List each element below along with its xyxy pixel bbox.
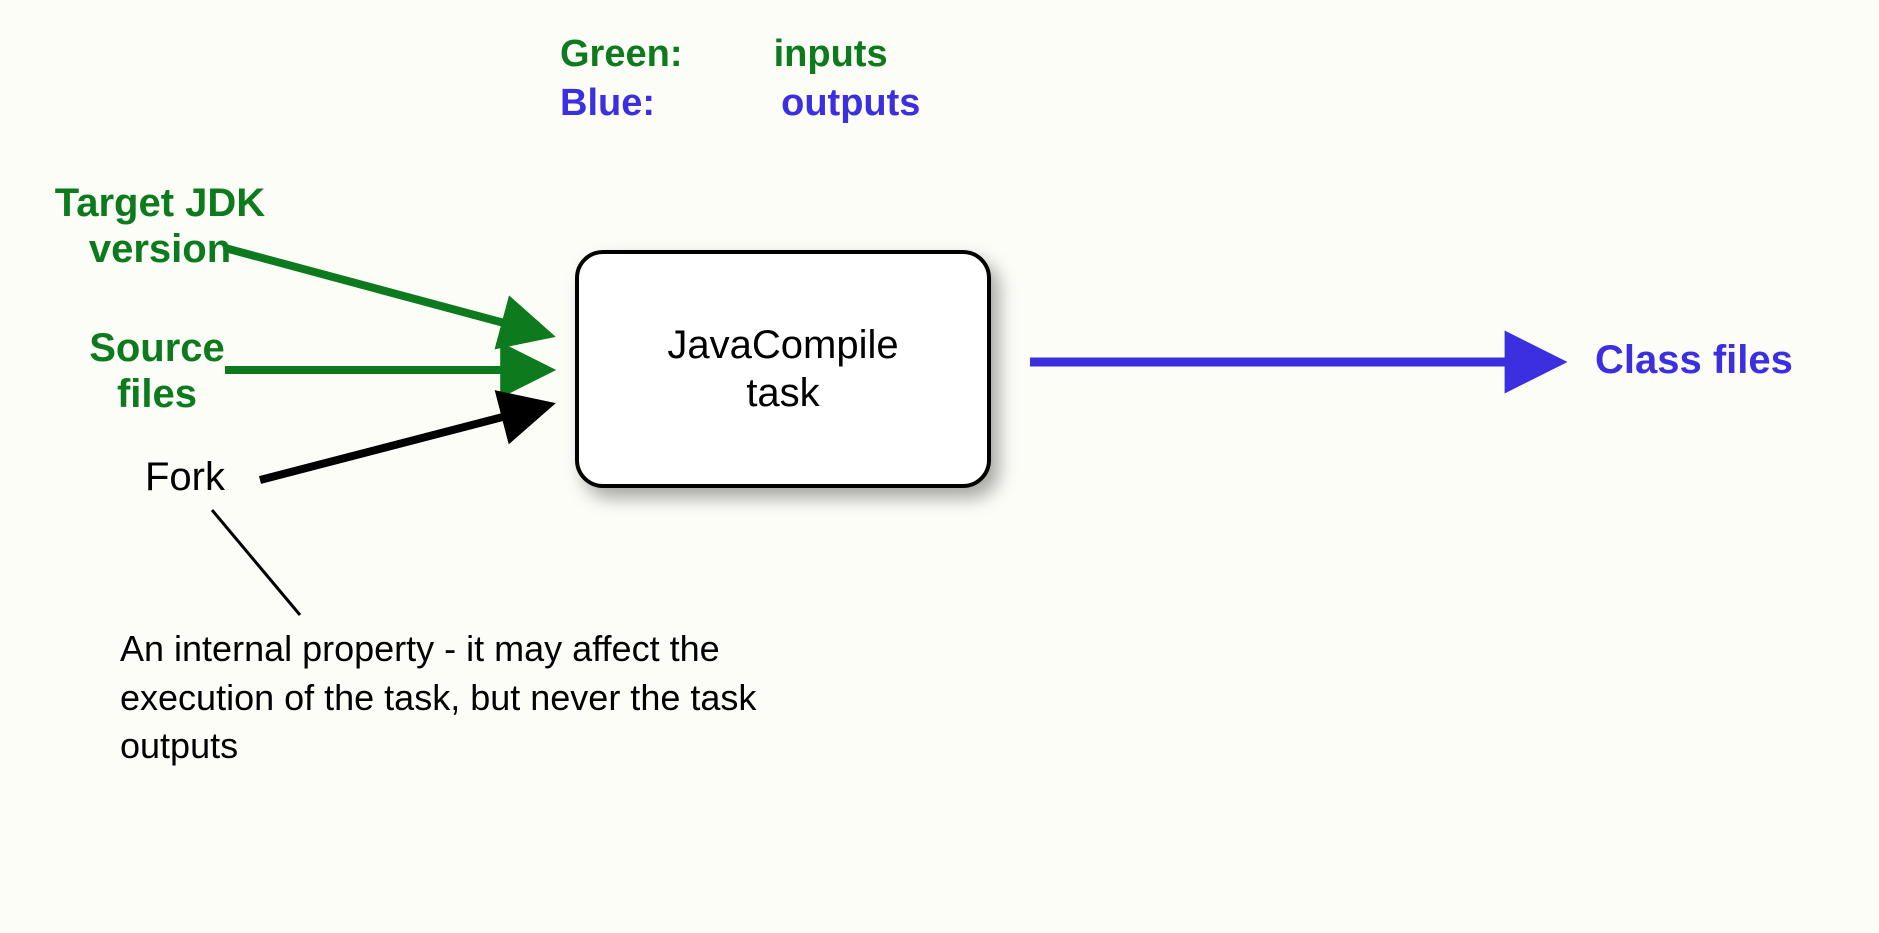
- legend-green-label: Green:: [560, 33, 682, 75]
- input-fork: Fork: [145, 455, 225, 500]
- legend-blue-label: Blue:: [560, 82, 655, 124]
- fork-note: An internal property - it may affect the…: [120, 625, 840, 771]
- legend-blue-value: outputs: [781, 82, 920, 124]
- arrow-fork: [260, 406, 545, 480]
- legend-row-green: Green: inputs: [560, 30, 920, 79]
- output-class-files: Class files: [1595, 338, 1793, 383]
- legend-block: Green: inputs Blue: outputs: [560, 30, 920, 129]
- task-box-label: JavaCompiletask: [667, 321, 898, 417]
- connector-fork-note: [212, 510, 300, 615]
- legend-row-blue: Blue: outputs: [560, 79, 920, 128]
- input-target-jdk: Target JDKversion: [30, 180, 290, 272]
- legend-green-value: inputs: [774, 33, 888, 75]
- task-box: JavaCompiletask: [575, 250, 991, 488]
- input-source-files: Sourcefiles: [57, 325, 257, 417]
